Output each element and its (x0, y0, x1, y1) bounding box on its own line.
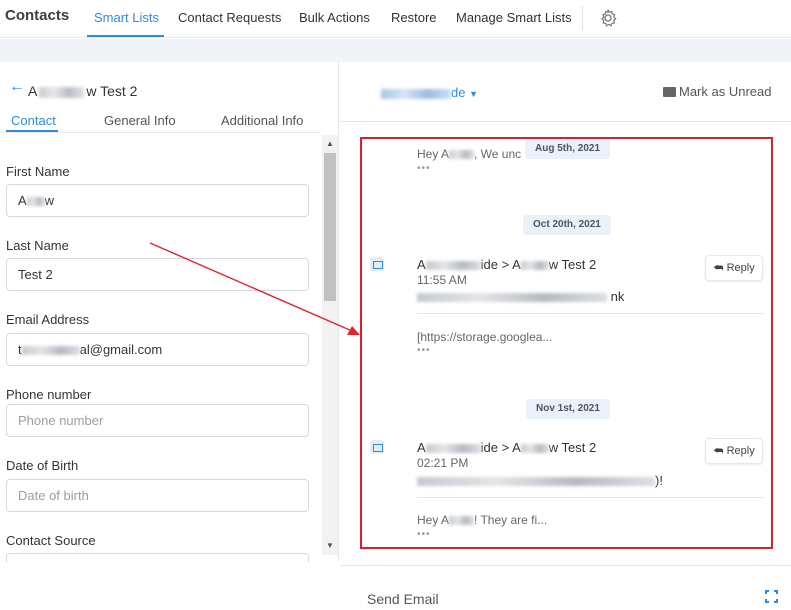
tab-additional-info[interactable]: Additional Info (221, 113, 303, 128)
chevron-down-icon: ▼ (469, 89, 479, 99)
nav-divider (582, 6, 583, 30)
envelope-icon (663, 87, 676, 97)
conversation-header: de ▼ Mark as Unread (340, 62, 791, 122)
message-time: 02:21 PM (417, 456, 469, 470)
sender-dropdown[interactable]: de ▼ (381, 85, 478, 100)
last-name-field[interactable]: Test 2 (6, 258, 309, 291)
contact-form: First Name Aw Last Name Test 2 Email Add… (0, 135, 320, 562)
expand-icon[interactable] (765, 590, 778, 603)
reply-icon: ⮪ (713, 445, 724, 457)
blurred-text (381, 88, 451, 99)
tab-manage-smart-lists[interactable]: Manage Smart Lists (456, 10, 572, 25)
contact-name: Aw Test 2 (28, 83, 138, 99)
scrollbar[interactable]: ▲ ▼ (322, 135, 338, 555)
scroll-up-icon[interactable]: ▲ (322, 139, 338, 148)
contact-panel: ← Aw Test 2 Contact General Info Additio… (0, 62, 339, 562)
first-name-field[interactable]: Aw (6, 184, 309, 217)
message-body: )! (417, 473, 663, 488)
reply-button[interactable]: ⮪ Reply (705, 255, 763, 281)
tab-contact[interactable]: Contact (11, 113, 56, 128)
conversation-panel: de ▼ Mark as Unread Hey A, We unc Aug 5t… (340, 62, 791, 610)
reply-icon: ⮪ (713, 262, 724, 274)
email-icon (370, 440, 384, 454)
message-divider (417, 313, 764, 314)
composer: Send Email (340, 565, 791, 610)
blurred-text (39, 86, 85, 98)
top-nav: Contacts Smart Lists Contact Requests Bu… (0, 0, 791, 38)
back-arrow-icon[interactable]: ← (9, 78, 25, 96)
scroll-thumb[interactable] (324, 153, 336, 301)
tab-general-info[interactable]: General Info (104, 113, 176, 128)
tabs-divider (0, 132, 320, 133)
tab-restore[interactable]: Restore (391, 10, 437, 25)
email-icon (370, 257, 384, 271)
mark-unread-button[interactable]: Mark as Unread (663, 84, 771, 99)
dob-label: Date of Birth (6, 458, 79, 473)
email-field[interactable]: t al@gmail.com (6, 333, 309, 366)
last-name-label: Last Name (6, 238, 69, 253)
date-separator: Aug 5th, 2021 (525, 139, 611, 159)
send-email-tab[interactable]: Send Email (367, 591, 439, 607)
message-preview: Hey A! They are fi... (417, 513, 548, 527)
message-header: Aide > Aw Test 2 (417, 257, 597, 272)
sub-bar (0, 39, 791, 62)
dob-field[interactable]: Date of birth (6, 479, 309, 512)
tab-contact-requests[interactable]: Contact Requests (178, 10, 281, 25)
message-preview: Hey A, We unc (417, 147, 522, 161)
date-separator: Nov 1st, 2021 (526, 399, 610, 419)
first-name-label: First Name (6, 164, 70, 179)
tab-smart-lists[interactable]: Smart Lists (94, 10, 159, 25)
reply-button[interactable]: ⮪ Reply (705, 438, 763, 464)
more-dots[interactable]: ••• (417, 345, 431, 356)
message-divider (417, 497, 764, 498)
more-dots[interactable]: ••• (417, 529, 431, 540)
phone-field[interactable]: Phone number (6, 404, 309, 437)
active-tab-indicator (87, 35, 164, 37)
contact-source-label: Contact Source (6, 533, 96, 548)
message-preview: [https://storage.googlea... (417, 330, 553, 344)
email-label: Email Address (6, 312, 90, 327)
message-header: Aide > Aw Test 2 (417, 440, 597, 455)
more-dots[interactable]: ••• (417, 163, 431, 174)
tab-bulk-actions[interactable]: Bulk Actions (299, 10, 370, 25)
date-separator: Oct 20th, 2021 (523, 215, 611, 235)
gear-icon[interactable] (598, 8, 618, 28)
contact-source-field[interactable] (6, 553, 309, 562)
message-body: nk (417, 289, 624, 304)
app-title: Contacts (5, 7, 70, 24)
message-time: 11:55 AM (417, 273, 467, 287)
message-thread: Hey A, We unc Aug 5th, 2021 ••• Oct 20th… (360, 137, 773, 549)
phone-label: Phone number (6, 387, 92, 402)
scroll-down-icon[interactable]: ▼ (322, 541, 338, 550)
